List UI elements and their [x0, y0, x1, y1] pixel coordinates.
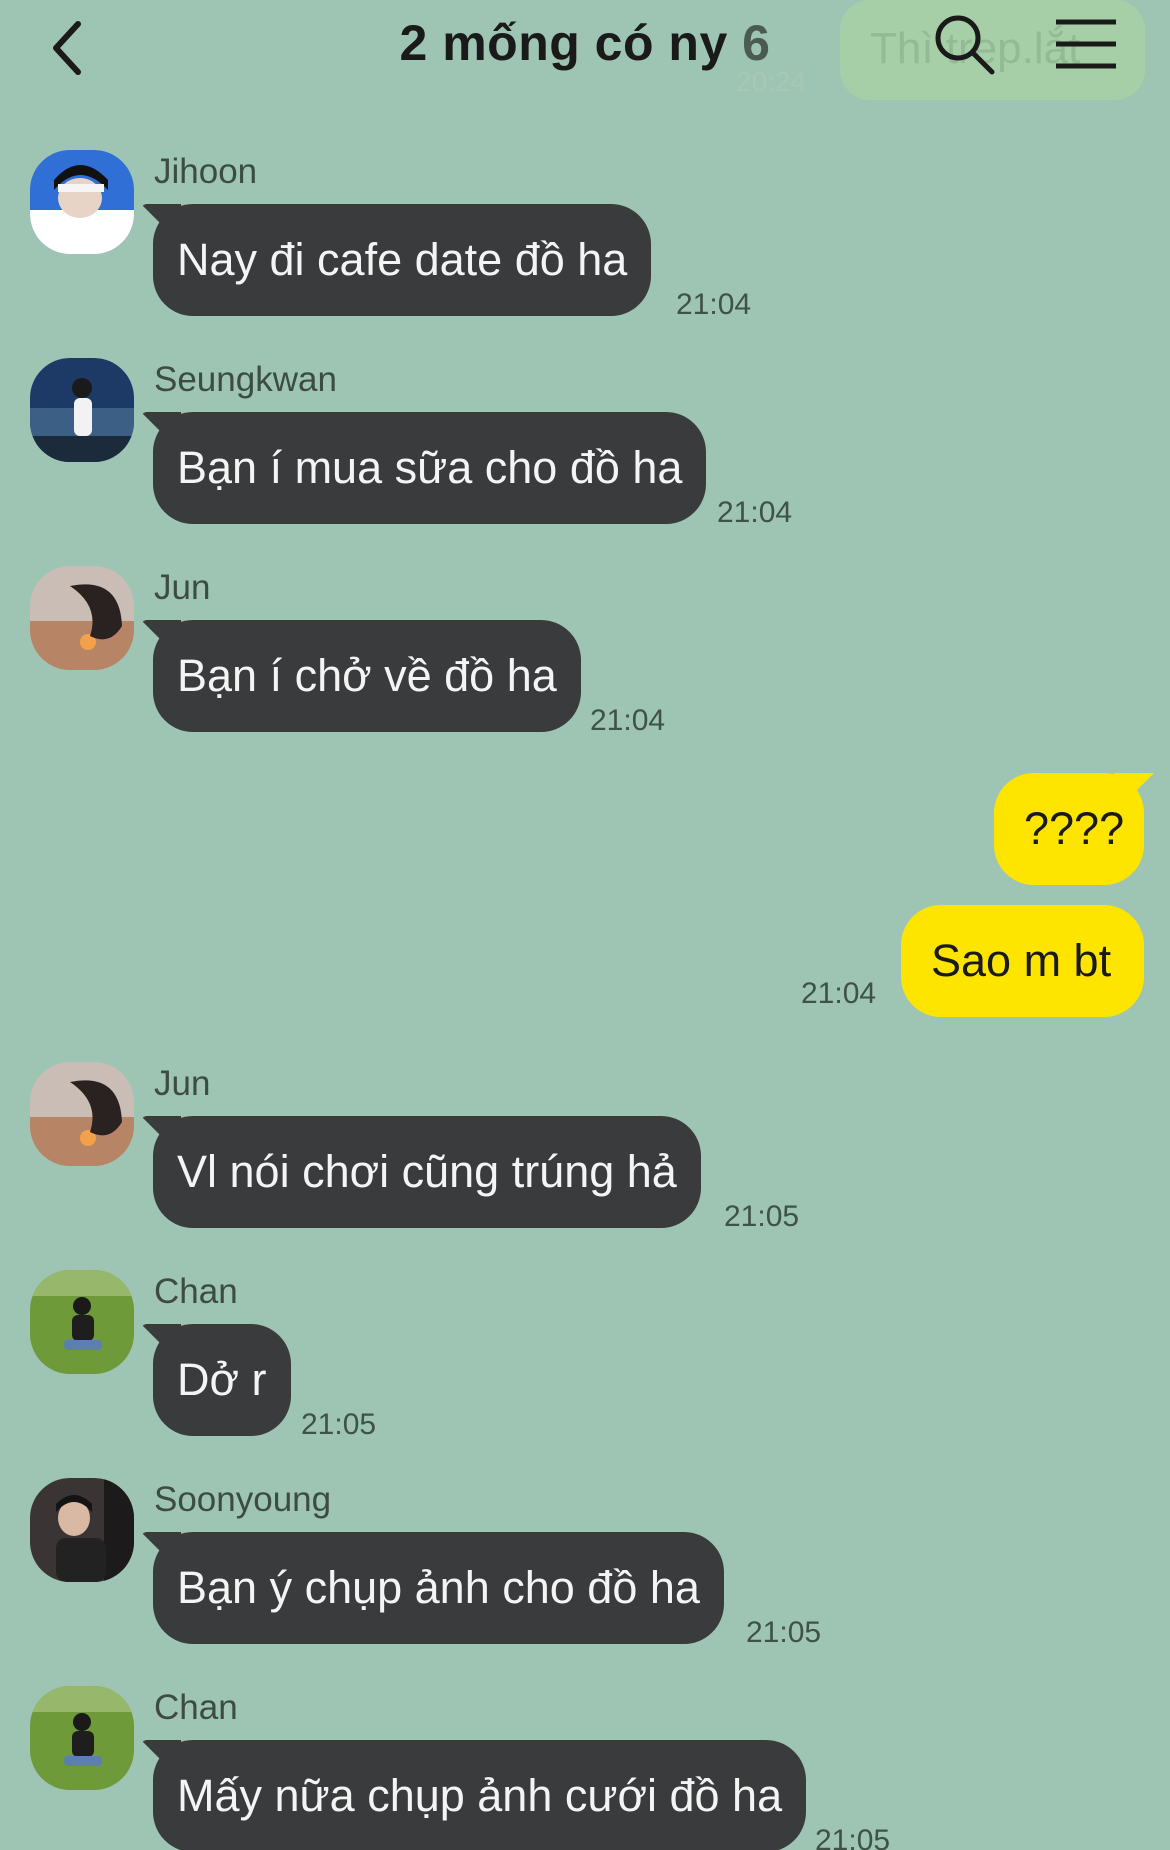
avatar[interactable]	[30, 1270, 134, 1374]
avatar-image	[30, 1062, 134, 1166]
member-count: 6	[742, 15, 771, 71]
avatar-image	[30, 150, 134, 254]
message-bubble[interactable]: Bạn í chở về đồ ha	[153, 620, 581, 732]
avatar-image	[30, 1478, 134, 1582]
message-time: 21:04	[717, 496, 793, 529]
message-bubble[interactable]: Nay đi cafe date đồ ha	[153, 204, 652, 316]
message-bubble[interactable]: Bạn ý chụp ảnh cho đồ ha	[153, 1532, 724, 1644]
avatar-image	[30, 566, 134, 670]
sender-name: Chan	[154, 1272, 238, 1311]
avatar[interactable]	[30, 566, 134, 670]
message-time: 21:05	[724, 1200, 800, 1233]
message-bubble[interactable]: Bạn í mua sữa cho đồ ha	[153, 412, 707, 524]
hamburger-menu-icon	[1056, 19, 1116, 69]
avatar[interactable]	[30, 358, 134, 462]
sender-name: Chan	[154, 1688, 238, 1727]
chat-title-text: 2 mống có ny	[399, 15, 728, 71]
avatar[interactable]	[30, 1478, 134, 1582]
sender-name: Jun	[154, 568, 211, 607]
message-time: 21:05	[746, 1616, 822, 1649]
message-bubble[interactable]: Sao m bt	[901, 905, 1144, 1017]
message-time: 21:04	[590, 704, 666, 737]
avatar-image	[30, 1270, 134, 1374]
sender-name: Seungkwan	[154, 360, 337, 399]
sender-name: Jihoon	[154, 152, 258, 191]
avatar-image	[30, 1686, 134, 1790]
search-icon	[935, 15, 995, 75]
menu-button[interactable]	[1050, 14, 1122, 74]
message-bubble[interactable]: Vl nói chơi cũng trúng hả	[153, 1116, 701, 1228]
message-bubble[interactable]: ????	[994, 773, 1144, 885]
avatar[interactable]	[30, 150, 134, 254]
sender-name: Soonyoung	[154, 1480, 332, 1519]
sender-name: Jun	[154, 1064, 211, 1103]
avatar-image	[30, 358, 134, 462]
message-bubble[interactable]: Mấy nữa chụp ảnh cưới đồ ha	[153, 1740, 807, 1850]
avatar[interactable]	[30, 1062, 134, 1166]
avatar[interactable]	[30, 1686, 134, 1790]
message-time: 21:05	[301, 1408, 377, 1441]
chat-header: Thì trep.lắt 20:24 2 mống có ny 6	[0, 0, 1170, 110]
message-bubble[interactable]: Dở r	[153, 1324, 291, 1436]
search-button[interactable]	[930, 10, 1000, 80]
message-time: 21:04	[676, 288, 752, 321]
message-time: 21:05	[815, 1824, 891, 1850]
message-time: 21:04	[801, 977, 877, 1010]
